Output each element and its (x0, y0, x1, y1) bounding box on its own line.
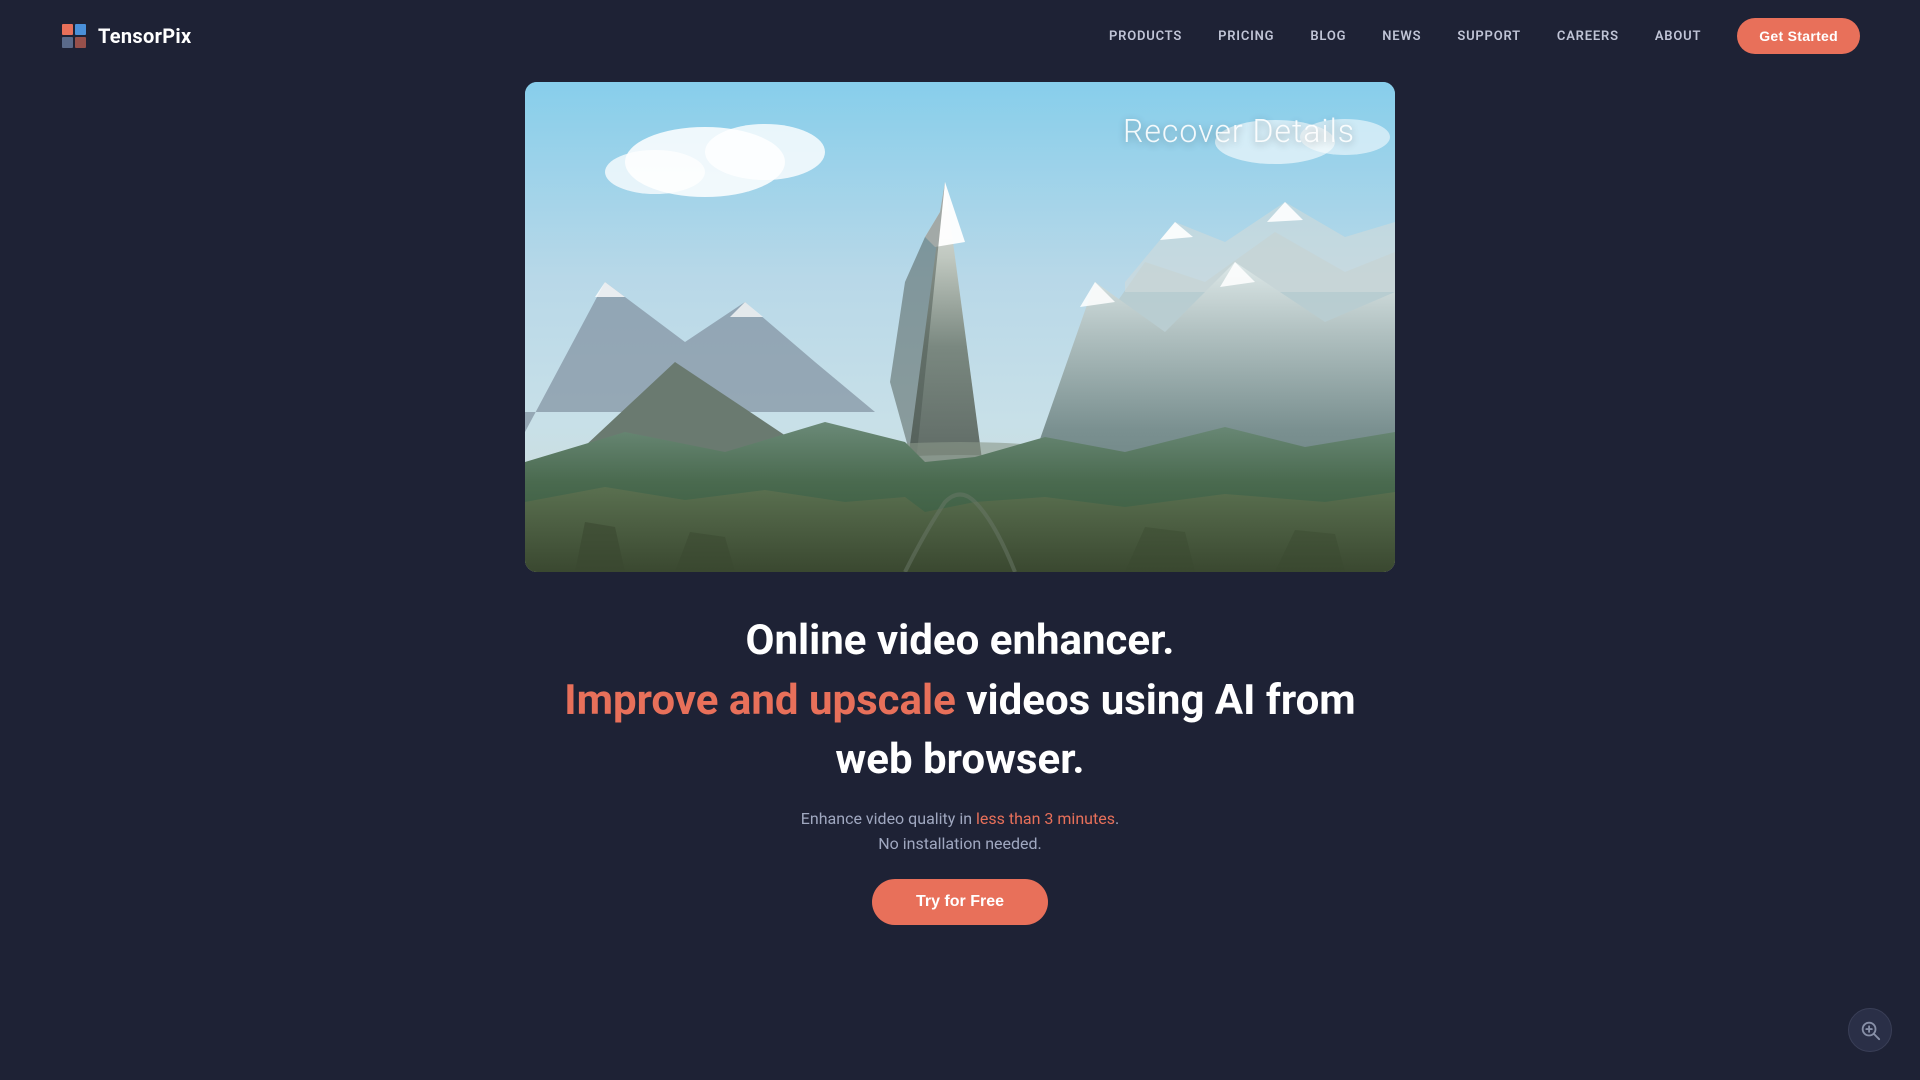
video-overlay-text: Recover Details (1123, 112, 1355, 150)
nav-item-products[interactable]: PRODUCTS (1109, 29, 1182, 44)
main-nav: PRODUCTS PRICING BLOG NEWS SUPPORT CAREE… (1109, 18, 1860, 54)
hero-description-line2: No installation needed. (878, 834, 1042, 853)
nav-item-blog[interactable]: BLOG (1310, 29, 1346, 44)
hero-title: Online video enhancer. (564, 616, 1355, 666)
logo-icon (60, 22, 88, 50)
nav-item-careers[interactable]: CAREERS (1557, 29, 1619, 44)
hero-section: Online video enhancer. Improve and upsca… (564, 616, 1355, 925)
hero-subtitle-highlight: Improve and upscale (564, 676, 956, 725)
nav-item-pricing[interactable]: PRICING (1218, 29, 1274, 44)
hero-description: Enhance video quality in less than 3 min… (564, 806, 1355, 857)
nav-item-news[interactable]: NEWS (1382, 29, 1421, 44)
hero-subtitle: Improve and upscale videos using AI from (564, 674, 1355, 729)
zoom-icon-button[interactable] (1848, 1008, 1892, 1052)
logo[interactable]: TensorPix (60, 22, 191, 50)
logo-text: TensorPix (98, 24, 191, 48)
mountain-scene (525, 82, 1395, 572)
nav-item-support[interactable]: SUPPORT (1457, 29, 1521, 44)
try-for-free-button[interactable]: Try for Free (872, 879, 1048, 925)
video-preview[interactable]: Recover Details (525, 82, 1395, 572)
get-started-button[interactable]: Get Started (1737, 18, 1860, 54)
hero-subtitle-line2: web browser. (564, 733, 1355, 788)
hero-description-highlight: less than 3 minutes (976, 809, 1115, 828)
nav-item-about[interactable]: ABOUT (1655, 29, 1701, 44)
zoom-icon (1859, 1019, 1881, 1041)
hero-description-part2: . (1115, 809, 1119, 828)
hero-description-part1: Enhance video quality in (801, 809, 976, 828)
